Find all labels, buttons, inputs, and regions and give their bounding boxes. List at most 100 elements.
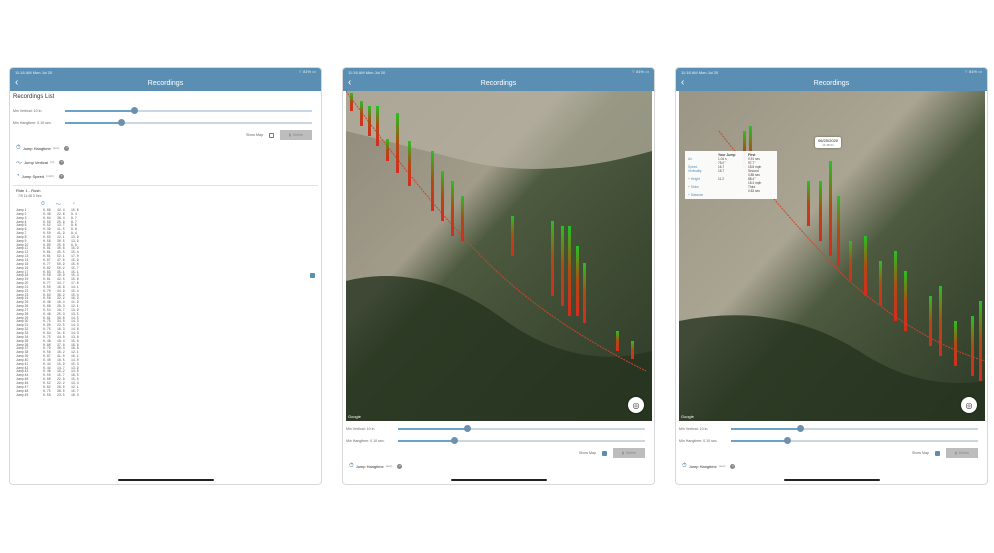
locate-icon[interactable]: ◎ [961, 397, 977, 413]
jump-bar[interactable] [894, 251, 897, 321]
jump-bar[interactable] [386, 139, 389, 161]
info-icon[interactable]: ? [58, 173, 64, 179]
nav-title: Recordings [147, 80, 184, 87]
jump-bar[interactable] [441, 171, 444, 221]
tablet-map-view: 11:16 AM Mon Jul 20 ⌔ 81% ▭ ‹ Recordings [342, 67, 655, 485]
jump-value: 0.58 [43, 392, 51, 397]
min-vertical-slider[interactable] [731, 425, 978, 433]
jump-bar[interactable] [583, 263, 586, 323]
nav-bar: ‹ Recordings [676, 76, 987, 91]
table-row: Jump 49 0.58 23.5 16.3 [16, 392, 85, 398]
jump-bar[interactable] [350, 93, 353, 111]
info-icon[interactable]: ? [64, 145, 70, 151]
jump-bar[interactable] [461, 196, 464, 241]
jump-bar[interactable] [631, 341, 634, 359]
delete-button[interactable]: ▮ Delete [946, 448, 978, 458]
locate-icon[interactable]: ◎ [628, 397, 644, 413]
jump-bar[interactable] [451, 181, 454, 236]
popup-label: + Distance [688, 193, 704, 197]
slider-thumb[interactable] [784, 437, 792, 445]
jump-bar[interactable] [879, 261, 882, 306]
divider [13, 185, 318, 186]
jump-bar[interactable] [849, 241, 852, 281]
popup-row: + Distance [688, 193, 774, 197]
min-vertical-slider-row: Min Vertical: 10 in. [679, 423, 984, 435]
jump-bar[interactable] [929, 296, 932, 346]
jump-bar[interactable] [819, 181, 822, 241]
slider-thumb[interactable] [118, 119, 126, 127]
legend-hangtime-label: Jump Hangtime [355, 463, 384, 469]
delete-button[interactable]: ▮ Delete [280, 130, 312, 140]
terrain-map[interactable]: Google ◎ [346, 91, 652, 421]
back-arrow-icon[interactable]: ‹ [348, 77, 351, 89]
terrain-map[interactable]: 06/25/2020 11:48:21 Your Jump First Air 1… [679, 91, 985, 421]
show-map-label: Show Map [912, 451, 929, 455]
tablet-recordings-list: 11:16 AM Mon Jul 20 ⌔ 81% ▭ ‹ Recordings… [9, 67, 322, 485]
ride-checkbox[interactable] [310, 273, 315, 278]
jump-value: 23.5 [57, 392, 65, 397]
home-indicator [450, 479, 547, 481]
jump-bar[interactable] [408, 141, 411, 186]
jump-bar[interactable] [576, 246, 579, 316]
slider-thumb[interactable] [451, 437, 459, 445]
jump-bar[interactable] [376, 106, 379, 146]
min-hangtime-label: Min Hangtime: 0.10 sec. [346, 439, 385, 443]
jump-bar[interactable] [568, 226, 571, 316]
jump-bar[interactable] [360, 101, 363, 126]
home-indicator [117, 479, 214, 481]
jump-bar[interactable] [979, 301, 982, 381]
min-vertical-slider[interactable] [398, 425, 645, 433]
popup-rank: 0.83 sec [748, 189, 761, 193]
min-hangtime-slider[interactable] [65, 119, 312, 127]
jump-bar[interactable] [954, 321, 957, 366]
show-map-row: Show Map ▮ Delete [13, 129, 318, 141]
min-hangtime-slider-row: Min Hangtime: 0.10 sec. [346, 435, 651, 447]
slider-thumb[interactable] [796, 425, 804, 433]
jump-bar[interactable] [396, 113, 399, 173]
info-icon[interactable]: ? [730, 463, 736, 469]
map-attribution: Google [681, 414, 694, 419]
jump-bar[interactable] [864, 236, 867, 296]
legend-hangtime: ⏱ Jump Hangtime (sec) ? [13, 141, 318, 155]
delete-label: Delete [958, 451, 970, 455]
min-vertical-slider-row: Min Vertical: 10 in. [13, 105, 318, 117]
status-battery: ⌔ 81% ▭ [298, 69, 316, 74]
jump-bar[interactable] [837, 196, 840, 266]
jump-bar[interactable] [971, 316, 974, 376]
jump-bar[interactable] [939, 286, 942, 356]
jump-bar[interactable] [561, 226, 564, 306]
jump-bar[interactable] [616, 331, 619, 351]
delete-label: Delete [625, 451, 637, 455]
show-map-checkbox[interactable] [602, 450, 607, 456]
min-vertical-slider[interactable] [65, 107, 312, 115]
info-icon[interactable]: ? [59, 159, 65, 165]
show-map-checkbox[interactable] [269, 132, 274, 138]
delete-label: Delete [292, 133, 304, 137]
min-hangtime-slider[interactable] [731, 437, 978, 445]
jump-bar[interactable] [829, 161, 832, 256]
jump-bar[interactable] [904, 271, 907, 331]
info-icon[interactable]: ? [397, 463, 403, 469]
jump-name: Jump 49 [16, 392, 29, 397]
back-arrow-icon[interactable]: ‹ [681, 77, 684, 89]
legend-speed: ◔ Jump Speed (mph) ? [13, 169, 318, 183]
nav-title: Recordings [480, 80, 517, 87]
slider-thumb[interactable] [463, 425, 471, 433]
jump-bar[interactable] [368, 106, 371, 136]
show-map-row: Show Map ▮ Delete [346, 447, 651, 459]
ride-title: Ride 1 - Rush [16, 188, 41, 193]
back-arrow-icon[interactable]: ‹ [15, 77, 18, 89]
jump-date-bubble[interactable]: 06/25/2020 11:48:21 [815, 137, 842, 148]
legend-vertical-label: Jump Vertical [24, 159, 49, 165]
delete-button[interactable]: ▮ Delete [613, 448, 645, 458]
min-hangtime-slider[interactable] [398, 437, 645, 445]
jump-value: 16.3 [71, 392, 79, 397]
jump-bar[interactable] [511, 216, 514, 256]
show-map-checkbox[interactable] [935, 450, 940, 456]
status-battery: ⌔ 81% ▭ [964, 69, 982, 74]
slider-thumb[interactable] [130, 107, 138, 115]
jump-bar[interactable] [551, 221, 554, 296]
jump-bar[interactable] [807, 181, 810, 226]
jump-bar[interactable] [431, 151, 434, 211]
status-time: 11:16 AM Mon Jul 20 [15, 69, 53, 75]
